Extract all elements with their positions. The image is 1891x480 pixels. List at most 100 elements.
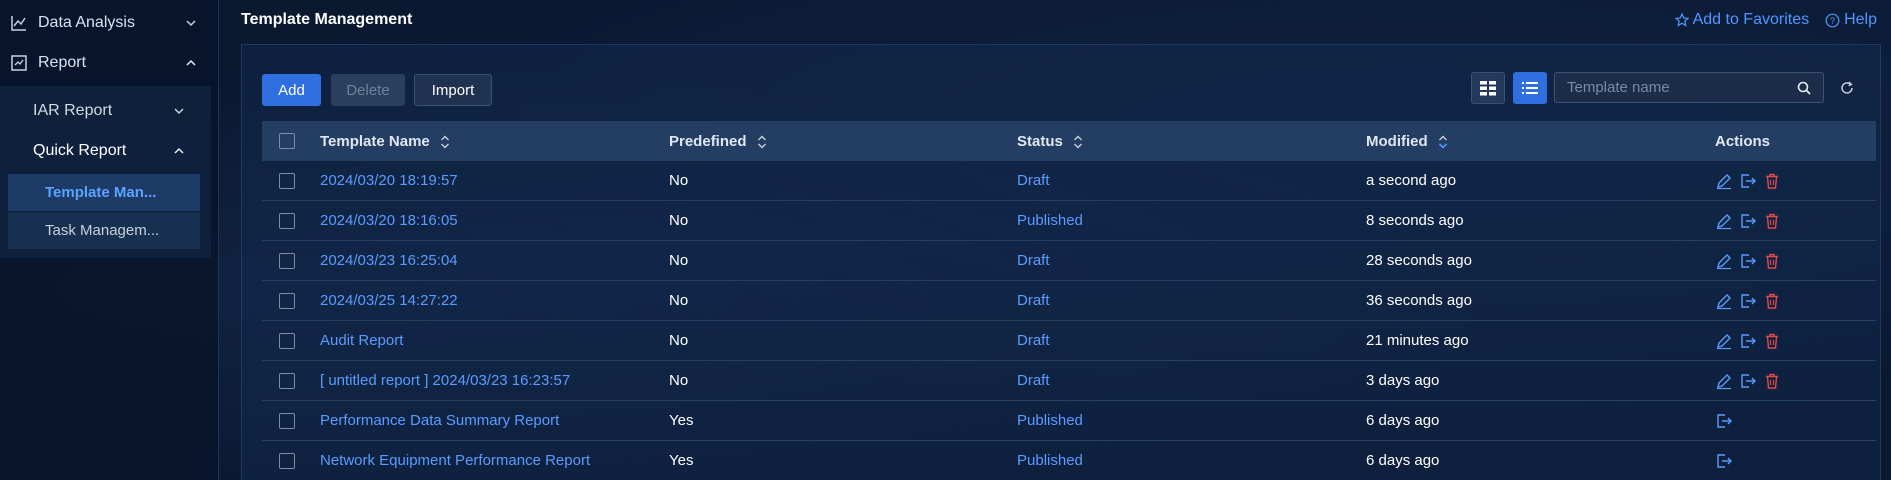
nav-iar-report[interactable]: IAR Report — [0, 91, 211, 131]
template-name-link[interactable]: Network Equipment Performance Report — [320, 452, 590, 469]
export-icon[interactable] — [1739, 292, 1757, 310]
nav-task-management-label: Task Managem... — [45, 222, 160, 239]
export-icon[interactable] — [1739, 252, 1757, 270]
nav-quick-report[interactable]: Quick Report — [0, 131, 211, 171]
column-predefined-label: Predefined — [669, 132, 747, 150]
nav-report[interactable]: Report — [0, 43, 219, 83]
nav-iar-report-label: IAR Report — [33, 102, 113, 119]
predefined-value: Yes — [669, 412, 694, 429]
modified-value: 36 seconds ago — [1366, 292, 1472, 309]
export-icon[interactable] — [1739, 212, 1757, 230]
template-name-link[interactable]: [ untitled report ] 2024/03/23 16:23:57 — [320, 372, 570, 389]
row-checkbox[interactable] — [279, 372, 295, 389]
row-checkbox[interactable] — [279, 452, 295, 469]
help-link[interactable]: ? Help — [1825, 11, 1877, 29]
table-row: 2024/03/20 18:19:57 No Draft a second ago — [262, 161, 1876, 201]
column-status-label: Status — [1017, 132, 1063, 150]
list-icon — [1522, 82, 1538, 94]
delete-button[interactable]: Delete — [331, 74, 405, 106]
template-name-link[interactable]: 2024/03/20 18:16:05 — [320, 212, 458, 229]
edit-icon[interactable] — [1715, 172, 1733, 190]
search-box — [1554, 72, 1824, 103]
grid-view-button[interactable] — [1471, 72, 1505, 104]
table-body: 2024/03/20 18:19:57 No Draft a second ago 20… — [262, 161, 1876, 480]
sidebar: Data Analysis Report IAR Report Quick Re… — [0, 0, 219, 480]
status-value: Draft — [1017, 252, 1050, 269]
predefined-value: Yes — [669, 452, 694, 469]
template-name-link[interactable]: 2024/03/25 14:27:22 — [320, 292, 458, 309]
table-header: Template Name Predefined Status Modified… — [262, 121, 1876, 161]
sort-desc-icon — [1438, 135, 1447, 149]
modified-value: 6 days ago — [1366, 412, 1440, 429]
header-links: Add to Favorites ? Help — [1674, 11, 1877, 29]
template-name-link[interactable]: 2024/03/23 16:25:04 — [320, 252, 458, 269]
add-button[interactable]: Add — [262, 74, 321, 106]
delete-icon[interactable] — [1763, 372, 1781, 390]
predefined-value: No — [669, 172, 689, 189]
modified-value: 21 minutes ago — [1366, 332, 1469, 349]
row-checkbox[interactable] — [279, 252, 295, 269]
status-value: Draft — [1017, 372, 1050, 389]
row-actions — [1715, 332, 1781, 350]
column-header-name[interactable]: Template Name — [320, 133, 450, 150]
predefined-value: No — [669, 252, 689, 269]
template-name-link[interactable]: Audit Report — [320, 332, 403, 349]
column-header-predefined[interactable]: Predefined — [669, 133, 767, 150]
nav-template-management-label: Template Man... — [45, 184, 157, 201]
edit-icon[interactable] — [1715, 292, 1733, 310]
template-name-link[interactable]: 2024/03/20 18:19:57 — [320, 172, 458, 189]
report-submenu: IAR Report Quick Report Template Man... … — [0, 86, 211, 258]
row-actions — [1715, 452, 1733, 470]
predefined-value: No — [669, 212, 689, 229]
edit-icon[interactable] — [1715, 212, 1733, 230]
export-icon[interactable] — [1739, 332, 1757, 350]
sort-icon — [440, 135, 449, 149]
row-checkbox[interactable] — [279, 412, 295, 429]
delete-icon[interactable] — [1763, 252, 1781, 270]
column-name-label: Template Name — [320, 132, 430, 150]
table-row: Network Equipment Performance Report Yes P… — [262, 441, 1876, 480]
row-actions — [1715, 172, 1781, 190]
add-to-favorites-link[interactable]: Add to Favorites — [1674, 11, 1809, 29]
status-value: Published — [1017, 412, 1083, 429]
row-checkbox[interactable] — [279, 292, 295, 309]
column-header-status[interactable]: Status — [1017, 133, 1083, 150]
search-input[interactable] — [1555, 79, 1785, 96]
grid-icon — [1480, 81, 1496, 96]
row-checkbox[interactable] — [279, 172, 295, 189]
nav-data-analysis[interactable]: Data Analysis — [0, 3, 219, 43]
nav-template-management[interactable]: Template Man... — [8, 174, 200, 211]
page-title: Template Management — [241, 11, 413, 28]
row-actions — [1715, 372, 1781, 390]
template-panel: Add Delete Import Template name Template… — [241, 44, 1881, 480]
edit-icon[interactable] — [1715, 372, 1733, 390]
template-name-link[interactable]: Performance Data Summary Report — [320, 412, 559, 429]
predefined-value: No — [669, 332, 689, 349]
delete-icon[interactable] — [1763, 172, 1781, 190]
modified-value: 6 days ago — [1366, 452, 1440, 469]
column-modified-label: Modified — [1366, 132, 1428, 150]
export-icon[interactable] — [1739, 372, 1757, 390]
delete-icon[interactable] — [1763, 292, 1781, 310]
export-icon[interactable] — [1739, 172, 1757, 190]
list-view-button[interactable] — [1513, 72, 1547, 104]
refresh-icon[interactable] — [1839, 80, 1855, 96]
nav-report-label: Report — [38, 54, 87, 71]
table-row: Audit Report No Draft 21 minutes ago — [262, 321, 1876, 361]
status-value: Published — [1017, 212, 1083, 229]
row-checkbox[interactable] — [279, 332, 295, 349]
search-icon[interactable] — [1797, 81, 1811, 95]
edit-icon[interactable] — [1715, 332, 1733, 350]
export-icon[interactable] — [1715, 452, 1733, 470]
import-button[interactable]: Import — [414, 74, 492, 106]
select-all-checkbox[interactable] — [279, 133, 295, 149]
delete-icon[interactable] — [1763, 332, 1781, 350]
nav-task-management[interactable]: Task Managem... — [8, 212, 200, 249]
edit-icon[interactable] — [1715, 252, 1733, 270]
row-actions — [1715, 212, 1781, 230]
export-icon[interactable] — [1715, 412, 1733, 430]
line-chart-icon — [11, 16, 26, 31]
delete-icon[interactable] — [1763, 212, 1781, 230]
row-checkbox[interactable] — [279, 212, 295, 229]
column-header-modified[interactable]: Modified — [1366, 133, 1448, 150]
